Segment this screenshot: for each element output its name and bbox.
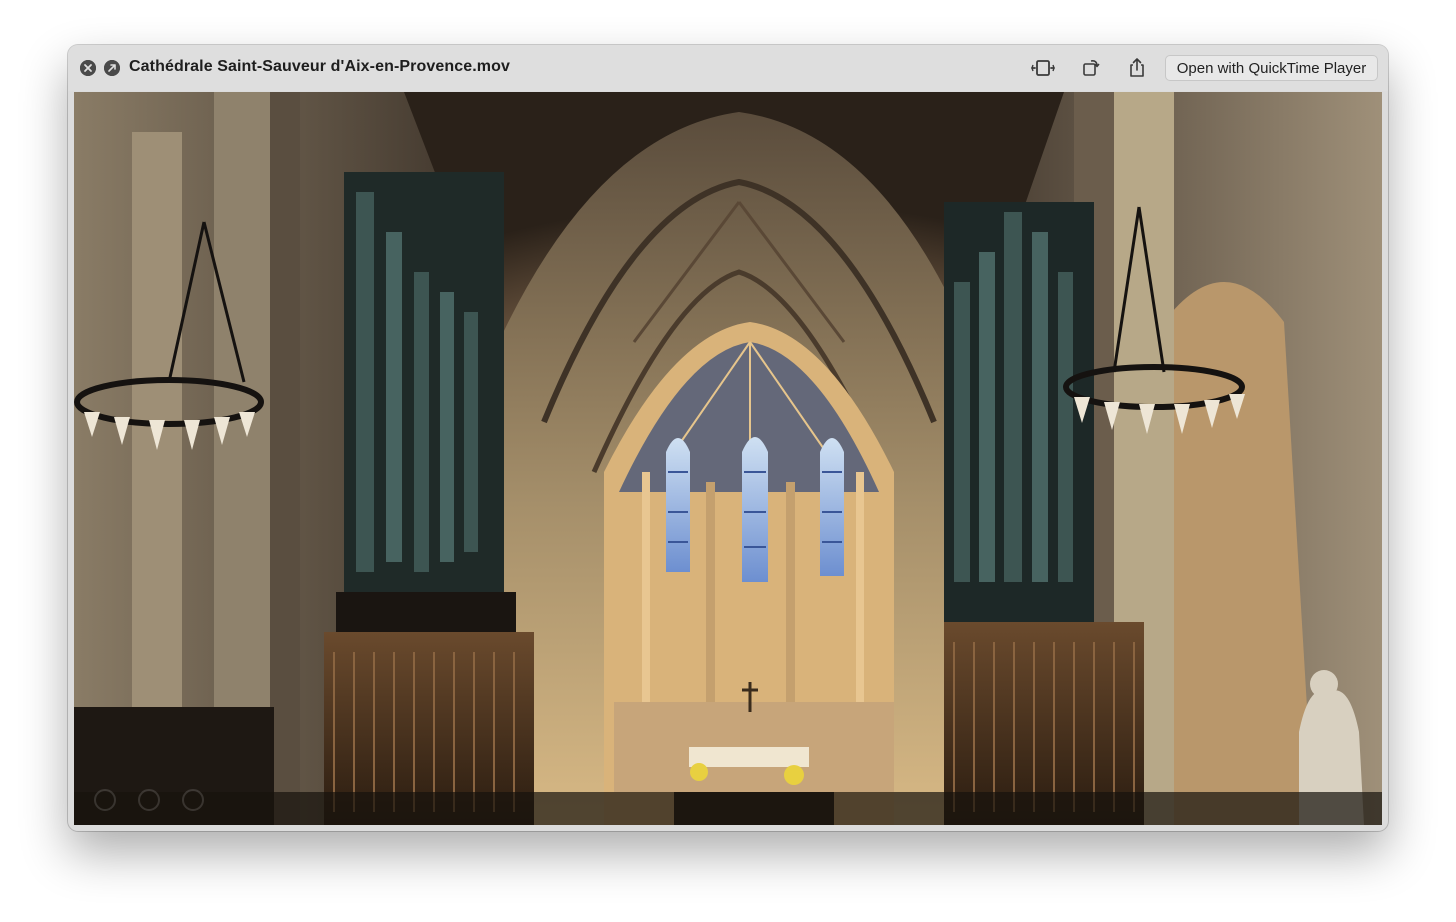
quicklook-window: Cathédrale Saint-Sauveur d'Aix-en-Proven… (68, 45, 1388, 831)
rotate-icon (1083, 60, 1100, 76)
window-title: Cathédrale Saint-Sauveur d'Aix-en-Proven… (129, 58, 510, 75)
playback-controls[interactable] (94, 789, 204, 811)
play-icon[interactable] (138, 789, 160, 811)
close-icon (80, 60, 96, 76)
cathedral-interior-image (74, 92, 1382, 825)
trim-button[interactable] (1030, 56, 1056, 80)
trim-icon (1031, 60, 1055, 76)
skip-forward-icon[interactable] (182, 789, 204, 811)
fullscreen-button[interactable] (104, 60, 120, 76)
close-button[interactable] (80, 60, 96, 76)
video-frame[interactable] (74, 92, 1382, 825)
share-icon (1130, 58, 1144, 77)
share-button[interactable] (1124, 56, 1150, 80)
skip-back-icon[interactable] (94, 789, 116, 811)
rotate-button[interactable] (1078, 56, 1104, 80)
share-circle-icon (104, 60, 120, 76)
title-bar[interactable]: Cathédrale Saint-Sauveur d'Aix-en-Proven… (68, 45, 1388, 91)
open-with-quicktime-button[interactable]: Open with QuickTime Player (1165, 55, 1378, 81)
